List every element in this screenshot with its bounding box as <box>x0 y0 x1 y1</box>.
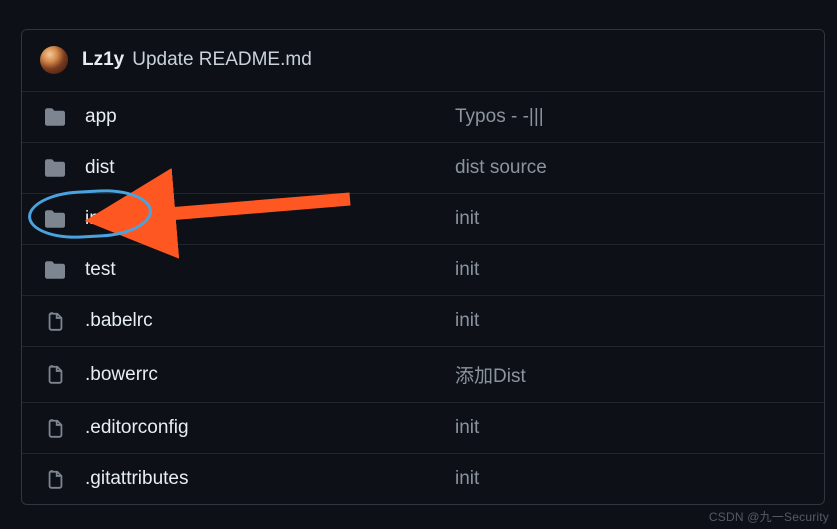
file-commit-message[interactable]: init <box>455 468 808 490</box>
folder-icon <box>43 107 67 127</box>
file-name-link[interactable]: images <box>85 208 455 230</box>
file-name-link[interactable]: app <box>85 106 455 128</box>
file-name-link[interactable]: .editorconfig <box>85 417 455 439</box>
file-commit-message[interactable]: init <box>455 259 808 281</box>
avatar[interactable] <box>40 46 68 74</box>
folder-icon <box>43 209 67 229</box>
folder-icon <box>43 260 67 280</box>
file-row-gitattributes: .gitattributesinit <box>22 453 824 504</box>
file-row-bowerrc: .bowerrc添加Dist <box>22 346 824 402</box>
commit-message-link[interactable]: Update README.md <box>132 49 312 71</box>
file-row-test: testinit <box>22 244 824 295</box>
file-commit-message[interactable]: init <box>455 310 808 332</box>
file-name-link[interactable]: .babelrc <box>85 310 455 332</box>
file-row-app: appTypos - -||| <box>22 92 824 142</box>
file-row-images: imagesinit <box>22 193 824 244</box>
commit-author-link[interactable]: Lz1y <box>82 49 124 71</box>
file-commit-message[interactable]: init <box>455 417 808 439</box>
file-icon <box>43 365 67 384</box>
file-name-link[interactable]: .gitattributes <box>85 468 455 490</box>
file-list-container: Lz1y Update README.md appTypos - -|||dis… <box>21 29 825 505</box>
file-commit-message[interactable]: Typos - -||| <box>455 106 808 128</box>
watermark: CSDN @九一Security <box>709 508 829 525</box>
file-commit-message[interactable]: init <box>455 208 808 230</box>
file-commit-message[interactable]: dist source <box>455 157 808 179</box>
file-name-link[interactable]: .bowerrc <box>85 364 455 386</box>
file-icon <box>43 419 67 438</box>
file-icon <box>43 470 67 489</box>
latest-commit-bar: Lz1y Update README.md <box>22 30 824 92</box>
file-row-babelrc: .babelrcinit <box>22 295 824 346</box>
file-icon <box>43 312 67 331</box>
file-name-link[interactable]: test <box>85 259 455 281</box>
file-commit-message[interactable]: 添加Dist <box>455 361 808 388</box>
folder-icon <box>43 158 67 178</box>
file-row-editorconfig: .editorconfiginit <box>22 402 824 453</box>
file-row-dist: distdist source <box>22 142 824 193</box>
file-name-link[interactable]: dist <box>85 157 455 179</box>
